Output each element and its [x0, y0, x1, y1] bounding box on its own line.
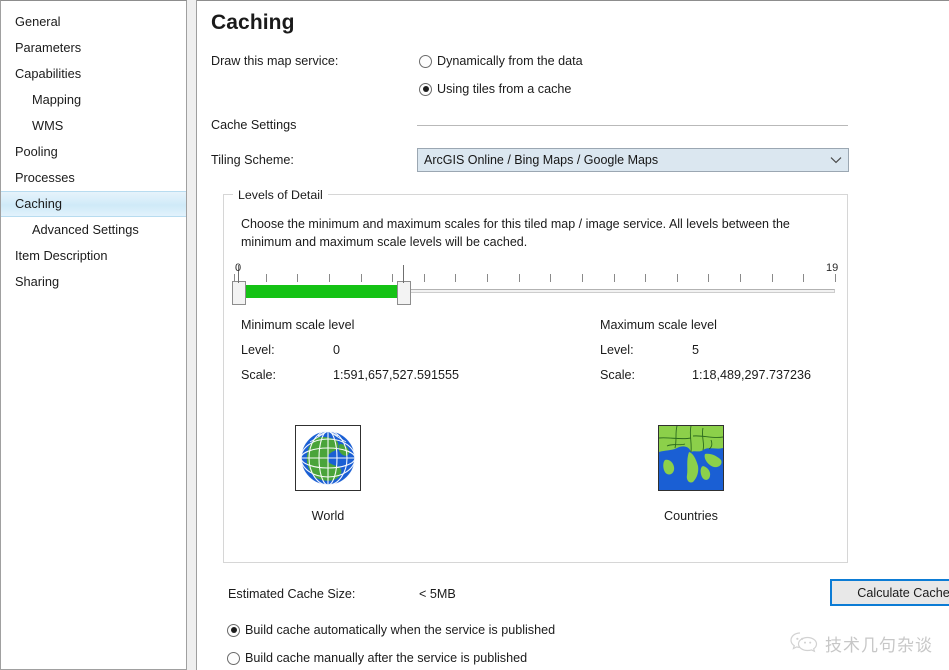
cache-settings-heading: Cache Settings	[211, 118, 297, 132]
slider-tick	[487, 274, 488, 282]
radio-indicator	[227, 651, 240, 665]
settings-sidebar: General Parameters Capabilities Mapping WMS P…	[0, 0, 187, 670]
minimum-scale-label: Scale:	[241, 368, 277, 382]
watermark: 技术几句杂谈	[790, 631, 933, 656]
section-divider	[417, 125, 848, 126]
slider-tick	[582, 274, 583, 282]
radio-label: Build cache manually after the service i…	[245, 651, 528, 665]
slider-tick	[803, 274, 804, 282]
slider-tick	[614, 274, 615, 282]
radio-indicator	[227, 623, 240, 637]
slider-tick	[361, 274, 362, 282]
sidebar-item-capabilities[interactable]: Capabilities	[1, 61, 186, 87]
radio-dynamically-from-data[interactable]: Dynamically from the data	[419, 54, 583, 68]
radio-label: Dynamically from the data	[437, 54, 583, 68]
slider-tick	[740, 274, 741, 282]
radio-using-tiles-from-cache[interactable]: Using tiles from a cache	[419, 82, 571, 96]
tiling-scheme-select[interactable]: ArcGIS Online / Bing Maps / Google Maps	[417, 148, 849, 172]
slider-tick-marks	[234, 274, 836, 283]
slider-tick	[645, 274, 646, 282]
slider-min-tick-label: 0	[235, 262, 242, 274]
calculate-cache-size-button[interactable]: Calculate Cache Size	[830, 579, 949, 606]
panel-splitter[interactable]	[187, 0, 197, 670]
chevron-down-icon	[824, 156, 848, 164]
slider-max-tick-label: 19	[826, 262, 839, 274]
levels-range-slider[interactable]: 0 19	[232, 262, 839, 307]
minimum-scale-value: 1:591,657,527.591555	[333, 368, 460, 382]
globe-world-icon	[295, 425, 361, 491]
sidebar-item-processes[interactable]: Processes	[1, 165, 186, 191]
sidebar-item-caching[interactable]: Caching	[1, 191, 186, 217]
caching-content-panel: Caching Draw this map service: Dynamical…	[197, 0, 949, 670]
sidebar-item-item-description[interactable]: Item Description	[1, 243, 186, 269]
estimated-cache-size-value: < 5MB	[419, 587, 456, 601]
minimum-level-label: Level:	[241, 343, 275, 357]
draw-service-label: Draw this map service:	[211, 54, 339, 68]
sidebar-item-general[interactable]: General	[1, 9, 186, 35]
radio-build-cache-automatically[interactable]: Build cache automatically when the servi…	[227, 623, 555, 637]
slider-tick	[424, 274, 425, 282]
slider-selected-range	[239, 285, 402, 298]
sidebar-item-sharing[interactable]: Sharing	[1, 269, 186, 295]
slider-tick	[835, 274, 836, 282]
slider-thumb-min[interactable]	[232, 281, 246, 305]
maximum-level-label: Level:	[600, 343, 634, 357]
countries-map-icon	[658, 425, 724, 491]
slider-tick	[266, 274, 267, 282]
slider-thumb-max[interactable]	[397, 281, 412, 305]
caching-settings-page: General Parameters Capabilities Mapping WMS P…	[0, 0, 949, 670]
tiling-scheme-label: Tiling Scheme:	[211, 153, 294, 167]
wechat-chat-icon	[790, 631, 818, 656]
sidebar-item-wms[interactable]: WMS	[1, 113, 186, 139]
levels-of-detail-description: Choose the minimum and maximum scales fo…	[241, 217, 790, 249]
slider-tick	[329, 274, 330, 282]
maximum-thumbnail-caption: Countries	[664, 509, 718, 523]
estimated-cache-size-label: Estimated Cache Size:	[228, 587, 356, 601]
tiling-scheme-value: ArcGIS Online / Bing Maps / Google Maps	[424, 153, 659, 167]
slider-tick	[550, 274, 551, 282]
slider-thumb-max-stem	[403, 265, 405, 283]
levels-of-detail-legend: Levels of Detail	[233, 188, 328, 202]
maximum-scale-heading: Maximum scale level	[600, 318, 717, 332]
minimum-scale-heading: Minimum scale level	[241, 318, 355, 332]
maximum-level-value: 5	[692, 343, 700, 357]
slider-tick	[519, 274, 520, 282]
radio-indicator	[419, 82, 432, 96]
slider-tick	[455, 274, 456, 282]
sidebar-item-advanced-settings[interactable]: Advanced Settings	[1, 217, 186, 243]
radio-indicator	[419, 54, 432, 68]
maximum-scale-label: Scale:	[600, 368, 636, 382]
maximum-scale-value: 1:18,489,297.737236	[692, 368, 812, 382]
calculate-cache-size-label: Calculate Cache Size	[857, 585, 949, 600]
page-title: Caching	[211, 11, 295, 34]
radio-label: Build cache automatically when the servi…	[245, 623, 556, 637]
slider-tick	[297, 274, 298, 282]
sidebar-item-parameters[interactable]: Parameters	[1, 35, 186, 61]
slider-tick	[772, 274, 773, 282]
radio-label: Using tiles from a cache	[437, 82, 572, 96]
minimum-thumbnail-caption: World	[311, 509, 345, 523]
radio-build-cache-manually[interactable]: Build cache manually after the service i…	[227, 651, 527, 665]
sidebar-nav-list: General Parameters Capabilities Mapping WMS P…	[1, 1, 186, 295]
minimum-level-value: 0	[333, 343, 341, 357]
slider-tick	[677, 274, 678, 282]
watermark-text: 技术几句杂谈	[825, 636, 933, 656]
sidebar-item-mapping[interactable]: Mapping	[1, 87, 186, 113]
slider-tick	[392, 274, 393, 282]
sidebar-item-pooling[interactable]: Pooling	[1, 139, 186, 165]
slider-tick	[708, 274, 709, 282]
